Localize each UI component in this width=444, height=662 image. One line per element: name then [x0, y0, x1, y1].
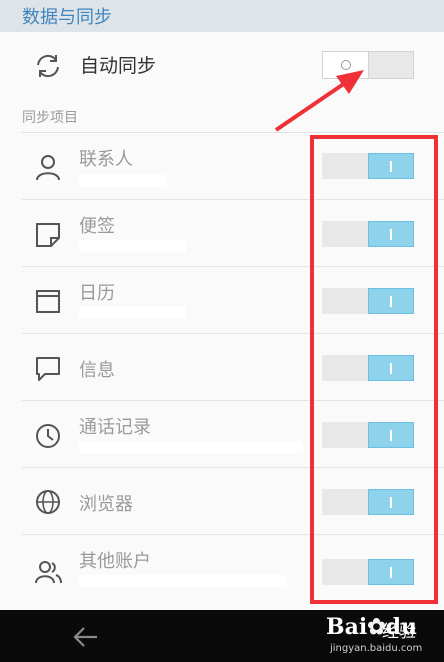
redacted-subtext [79, 175, 167, 187]
sync-item-label: 其他账户 [79, 551, 151, 572]
toggle-knob [368, 355, 414, 381]
person-icon [36, 155, 60, 181]
sync-item-label: 日历 [79, 283, 115, 304]
sync-item-call-log[interactable]: 通话记录 [0, 401, 444, 468]
back-arrow-icon[interactable] [72, 626, 98, 648]
sync-items-section-header: 同步项目 [0, 98, 444, 132]
sync-item-messages[interactable]: 信息 [0, 334, 444, 401]
redacted-subtext [79, 575, 286, 587]
toggle-knob [323, 52, 369, 78]
sync-item-label: 信息 [79, 360, 115, 381]
redacted-subtext [79, 307, 186, 319]
toggle-knob [368, 559, 414, 585]
auto-sync-row[interactable]: 自动同步 [0, 32, 444, 98]
sync-icon [37, 54, 59, 78]
toggle-knob [368, 153, 414, 179]
notes-toggle[interactable] [322, 221, 414, 247]
sync-item-notes[interactable]: 便签 [0, 200, 444, 267]
call-log-toggle[interactable] [322, 422, 414, 448]
sync-item-browser[interactable]: 浏览器 [0, 468, 444, 535]
auto-sync-toggle[interactable] [322, 51, 414, 79]
calendar-toggle[interactable] [322, 288, 414, 314]
note-icon [36, 223, 60, 247]
accounts-icon [35, 561, 62, 584]
clock-icon [36, 424, 60, 448]
baidu-watermark: Bai✿du 经验 jingyan.baidu.com [318, 612, 444, 662]
sync-item-calendar[interactable]: 日历 [0, 267, 444, 334]
redacted-subtext [79, 240, 186, 252]
sync-item-label: 浏览器 [79, 494, 133, 515]
message-icon [36, 357, 60, 381]
sync-item-label: 便签 [79, 216, 115, 237]
toggle-knob [368, 422, 414, 448]
other-accounts-toggle[interactable] [322, 559, 414, 585]
toggle-knob [368, 221, 414, 247]
auto-sync-label: 自动同步 [80, 55, 157, 77]
globe-icon [36, 490, 60, 514]
sync-item-contacts[interactable]: 联系人 [0, 133, 444, 200]
toggle-knob [368, 489, 414, 515]
toggle-knob [368, 288, 414, 314]
page-header: 数据与同步 [0, 0, 444, 32]
redacted-subtext [79, 441, 303, 453]
section-title: 同步项目 [22, 110, 78, 126]
sync-item-other-accounts[interactable]: 其他账户 [0, 535, 444, 610]
page-title: 数据与同步 [22, 7, 112, 28]
messages-toggle[interactable] [322, 355, 414, 381]
watermark-jingyan: 经验 [382, 622, 416, 642]
watermark-url: jingyan.baidu.com [330, 643, 423, 654]
contacts-toggle[interactable] [322, 153, 414, 179]
sync-item-label: 联系人 [79, 149, 133, 170]
calendar-icon [36, 290, 60, 313]
sync-item-label: 通话记录 [79, 417, 151, 438]
browser-toggle[interactable] [322, 489, 414, 515]
